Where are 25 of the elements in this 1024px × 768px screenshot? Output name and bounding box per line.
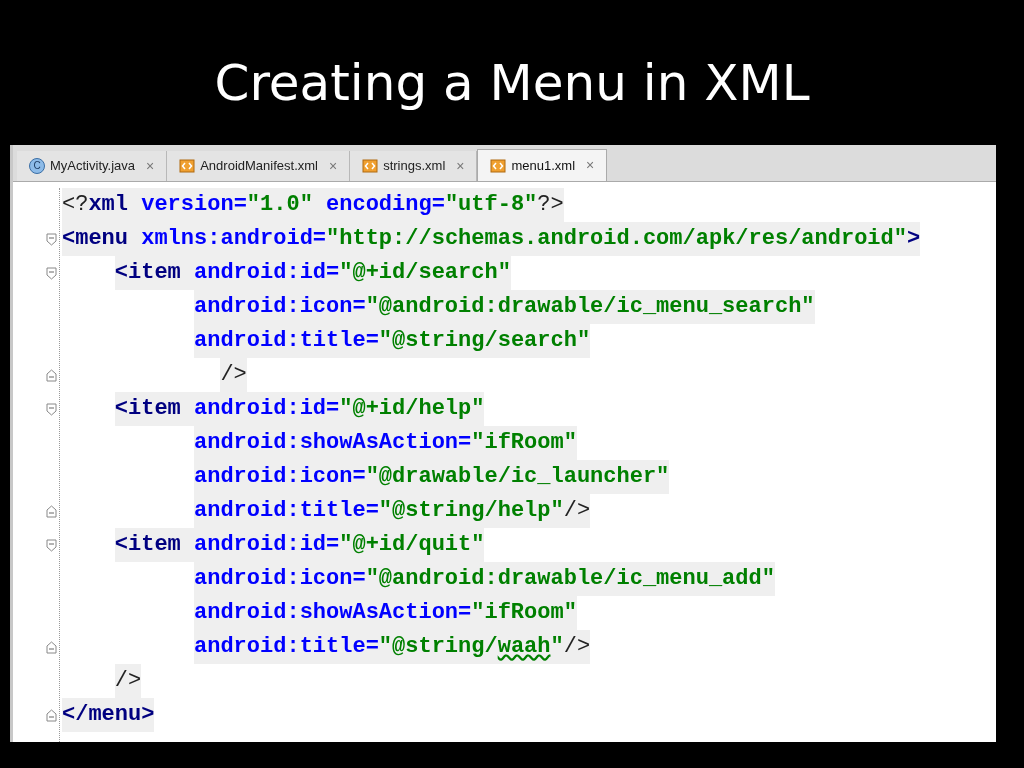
xml-file-icon [362,158,379,174]
tab-label: menu1.xml [511,156,576,175]
fold-marker-icon[interactable] [46,640,57,654]
fold-marker-icon[interactable] [46,402,57,416]
tab-label: MyActivity.java [50,157,135,176]
xml-file-icon [179,158,196,174]
fold-marker-icon[interactable] [46,504,57,518]
fold-marker-icon[interactable] [46,538,57,552]
close-tab-icon[interactable]: × [456,155,465,177]
close-tab-icon[interactable]: × [586,155,595,176]
close-tab-icon[interactable]: × [328,155,338,177]
editor-tab[interactable]: AndroidManifest.xml × [167,151,351,181]
class-icon: C [29,158,45,174]
fold-marker-icon[interactable] [46,368,57,382]
editor-tab[interactable]: strings.xml × [350,151,478,181]
fold-marker-icon[interactable] [46,708,57,722]
editor-tab[interactable]: menu1.xml × [477,149,608,181]
editor-tab[interactable]: C MyActivity.java × [17,151,168,181]
xml-file-icon [490,157,507,174]
fold-marker-icon[interactable] [46,266,57,280]
slide-title: Creating a Menu in XML [214,57,810,108]
close-tab-icon[interactable]: × [146,155,155,177]
tab-label: strings.xml [383,157,446,176]
tab-label: AndroidManifest.xml [200,157,318,176]
fold-marker-icon[interactable] [46,232,57,246]
